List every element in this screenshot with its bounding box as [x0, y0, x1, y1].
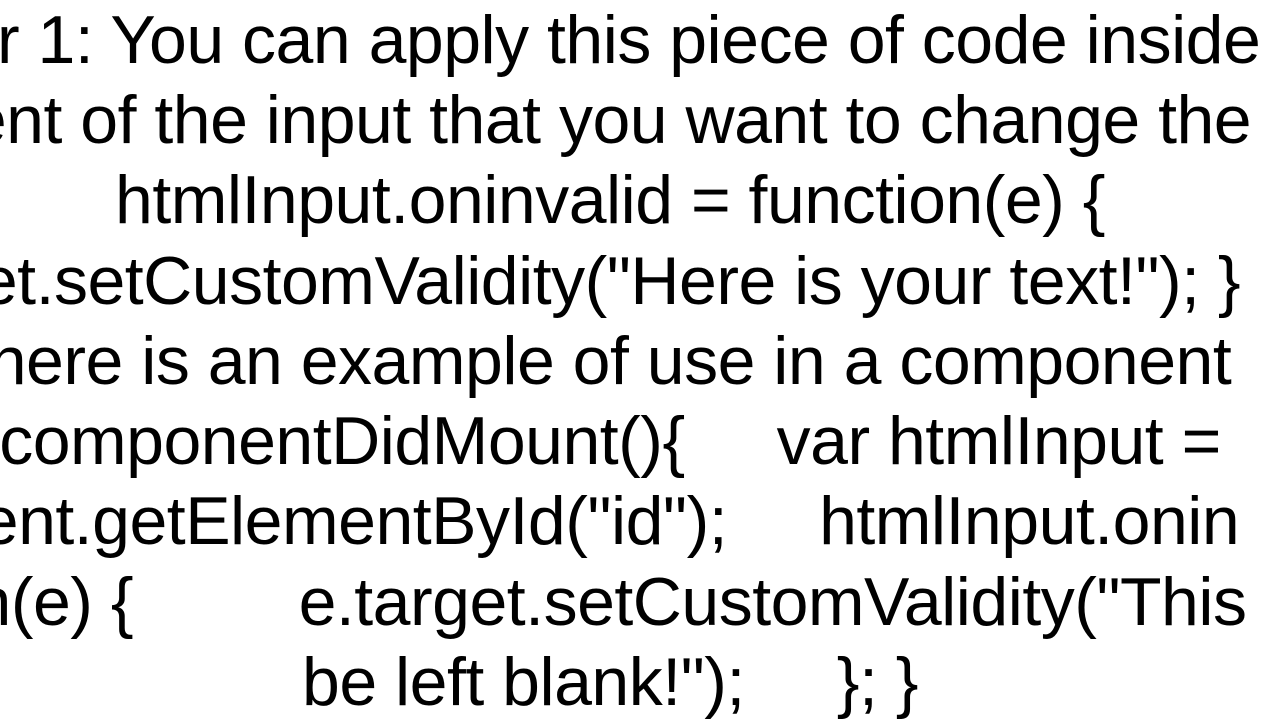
text-line-6: componentDidMount(){ var htmlInput =	[0, 403, 1221, 479]
text-line-2: ent of the input that you want to change…	[0, 82, 1251, 158]
text-line-7: ent.getElementById("id"); htmlInput.onin	[0, 483, 1239, 559]
cropped-text-viewport: er 1: You can apply this piece of code i…	[0, 0, 1280, 720]
text-line-5: here is an example of use in a component	[0, 323, 1231, 399]
text-line-8: n(e) { e.target.setCustomValidity("This	[0, 564, 1246, 640]
text-line-9: be left blank!"); }; }	[302, 644, 918, 720]
answer-text-block: er 1: You can apply this piece of code i…	[0, 0, 1280, 720]
text-line-4: et.setCustomValidity("Here is your text!…	[0, 243, 1240, 319]
text-line-1: er 1: You can apply this piece of code i…	[0, 2, 1260, 78]
text-line-3: htmlInput.oninvalid = function(e) {	[115, 162, 1105, 238]
